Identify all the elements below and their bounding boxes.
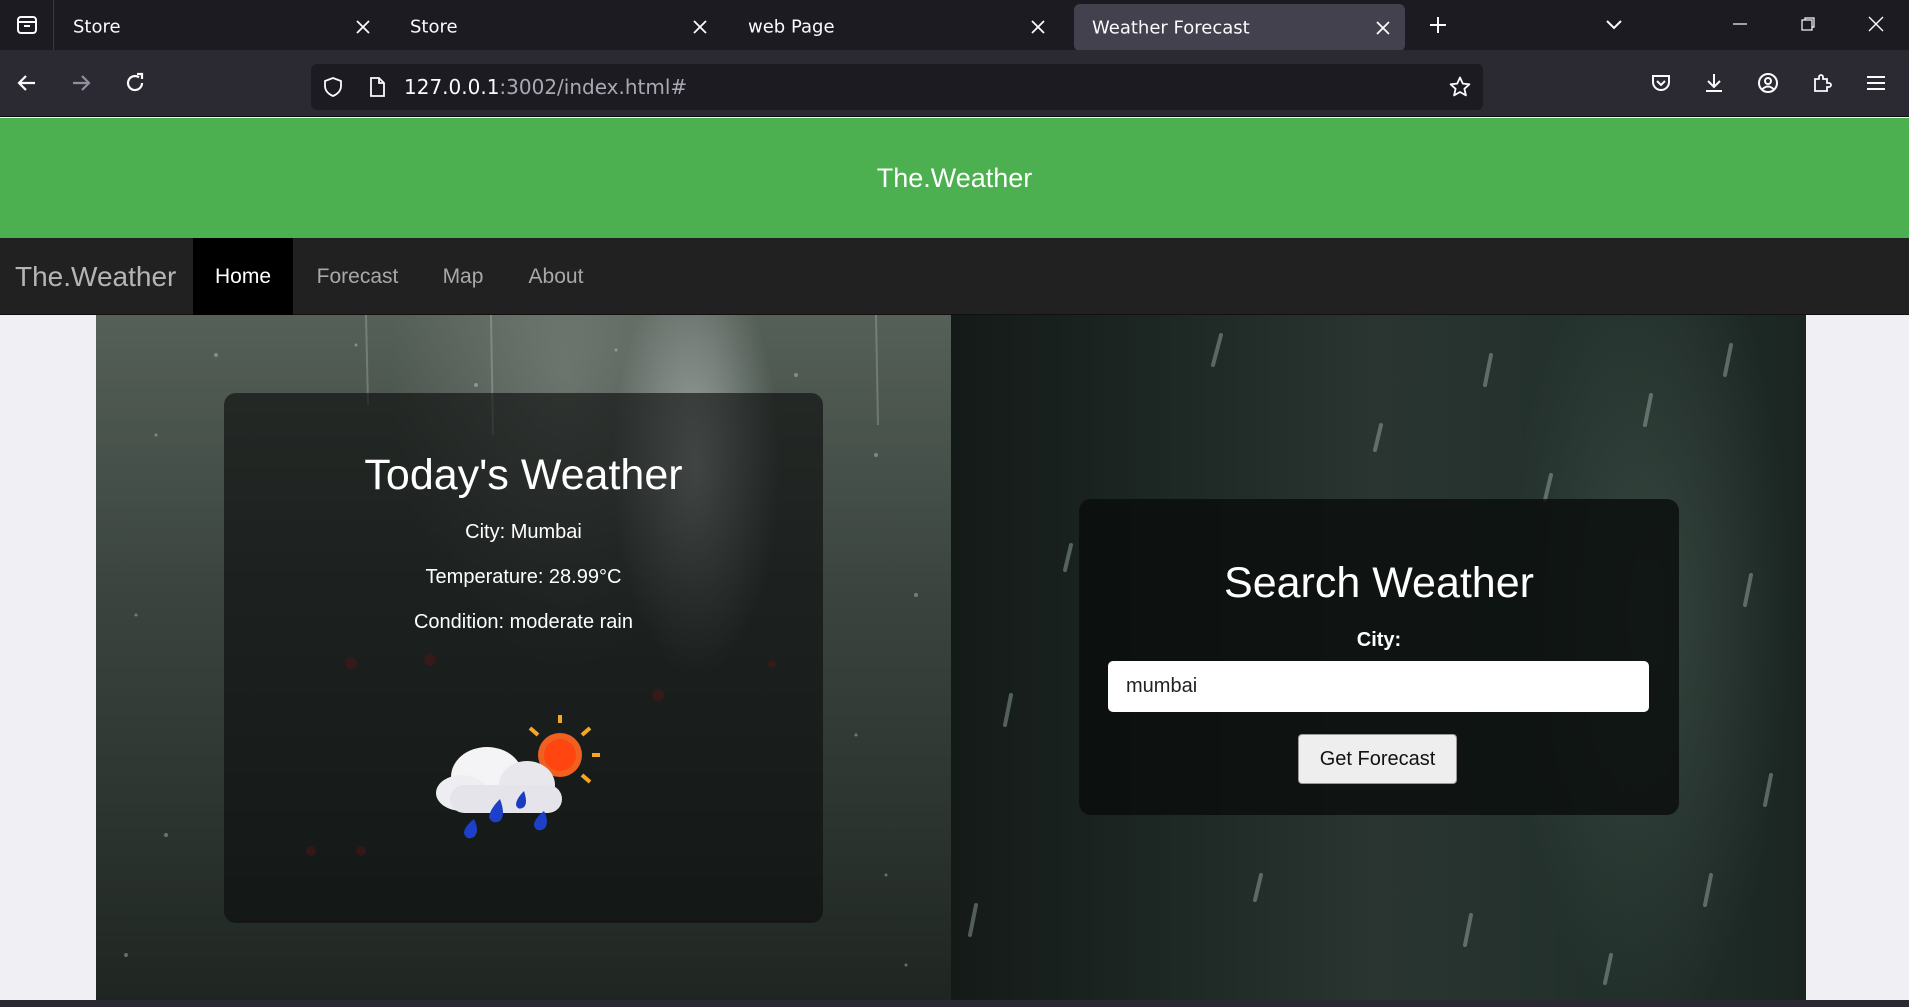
url-path: :3002/index.html# <box>499 75 688 99</box>
plus-icon <box>1430 17 1446 33</box>
nav-brand[interactable]: The.Weather <box>15 238 176 315</box>
chevron-down-icon <box>1606 20 1622 30</box>
account-icon <box>1758 73 1778 93</box>
minimize-window-button[interactable] <box>1718 4 1762 44</box>
get-forecast-button[interactable]: Get Forecast <box>1298 734 1457 784</box>
tab-title: web Page <box>748 16 835 38</box>
search-weather-card: Search Weather City: Get Forecast <box>1079 499 1679 815</box>
extensions-button[interactable] <box>1801 62 1843 104</box>
search-weather-heading: Search Weather <box>1224 559 1534 607</box>
firefox-view-button[interactable] <box>0 0 54 50</box>
site-navigation-bar: The.Weather Home Forecast Map About <box>0 238 1909 315</box>
nav-link-home[interactable]: Home <box>193 238 293 315</box>
list-all-tabs-button[interactable] <box>1594 8 1634 42</box>
page-right-margin <box>1806 315 1909 1000</box>
tab-close-icon[interactable] <box>690 17 710 37</box>
site-header-banner: The.Weather <box>0 118 1909 238</box>
nav-link-forecast[interactable]: Forecast <box>300 238 415 315</box>
browser-tab-3[interactable]: web Page <box>730 4 1060 50</box>
browser-tab-2[interactable]: Store <box>392 4 722 50</box>
main-content: Today's Weather City: Mumbai Temperature… <box>96 315 1806 1000</box>
minimize-icon <box>1733 23 1747 25</box>
tab-title: Weather Forecast <box>1092 17 1250 38</box>
tab-close-icon[interactable] <box>1028 17 1048 37</box>
pocket-button[interactable] <box>1640 62 1682 104</box>
weather-condition-text: Condition: moderate rain <box>413 611 633 633</box>
weather-city-text: City: Mumbai <box>465 521 582 543</box>
pocket-icon <box>1652 75 1670 91</box>
nav-link-map[interactable]: Map <box>428 238 498 315</box>
city-label: City: <box>1356 629 1402 651</box>
account-button[interactable] <box>1747 62 1789 104</box>
browser-tab-strip: Store Store web Page Weather Forecast <box>0 0 1909 51</box>
downloads-button[interactable] <box>1693 62 1735 104</box>
reload-icon <box>126 72 144 92</box>
reload-button[interactable] <box>114 62 156 104</box>
page-info-icon[interactable] <box>360 70 394 104</box>
close-window-button[interactable] <box>1854 4 1898 44</box>
hamburger-menu-icon <box>1867 76 1885 90</box>
arrow-right-icon <box>73 75 91 91</box>
tab-title: Store <box>410 16 458 38</box>
nav-link-about[interactable]: About <box>516 238 596 315</box>
weather-temperature-text: Temperature: 28.99°C <box>425 566 622 588</box>
restore-window-button[interactable] <box>1786 4 1830 44</box>
close-icon <box>1868 16 1884 32</box>
tab-title: Store <box>73 16 121 38</box>
todays-weather-card: Today's Weather City: Mumbai Temperature… <box>224 393 823 923</box>
url-text[interactable]: 127.0.0.1:3002/index.html# <box>404 75 687 99</box>
app-menu-button[interactable] <box>1855 62 1897 104</box>
tab-close-icon[interactable] <box>1373 18 1393 38</box>
tracking-protection-shield-icon[interactable] <box>316 70 350 104</box>
back-button[interactable] <box>6 62 48 104</box>
horizontal-scrollbar[interactable] <box>0 1000 1909 1007</box>
firefox-view-icon <box>16 16 37 34</box>
todays-weather-heading: Today's Weather <box>364 451 683 499</box>
puzzle-icon <box>1814 74 1832 92</box>
browser-tab-4-active[interactable]: Weather Forecast <box>1074 4 1405 51</box>
restore-icon <box>1801 17 1815 31</box>
download-icon <box>1706 74 1722 92</box>
forward-button[interactable] <box>60 62 102 104</box>
city-input[interactable] <box>1108 661 1649 712</box>
browser-tab-1[interactable]: Store <box>55 4 385 50</box>
tab-close-icon[interactable] <box>353 17 373 37</box>
url-host: 127.0.0.1 <box>404 75 500 99</box>
rain-sun-cloud-icon <box>436 715 600 839</box>
site-header-title: The.Weather <box>876 162 1033 193</box>
bookmark-star-icon[interactable] <box>1443 70 1477 104</box>
arrow-left-icon <box>17 75 35 91</box>
new-tab-button[interactable] <box>1418 8 1458 42</box>
